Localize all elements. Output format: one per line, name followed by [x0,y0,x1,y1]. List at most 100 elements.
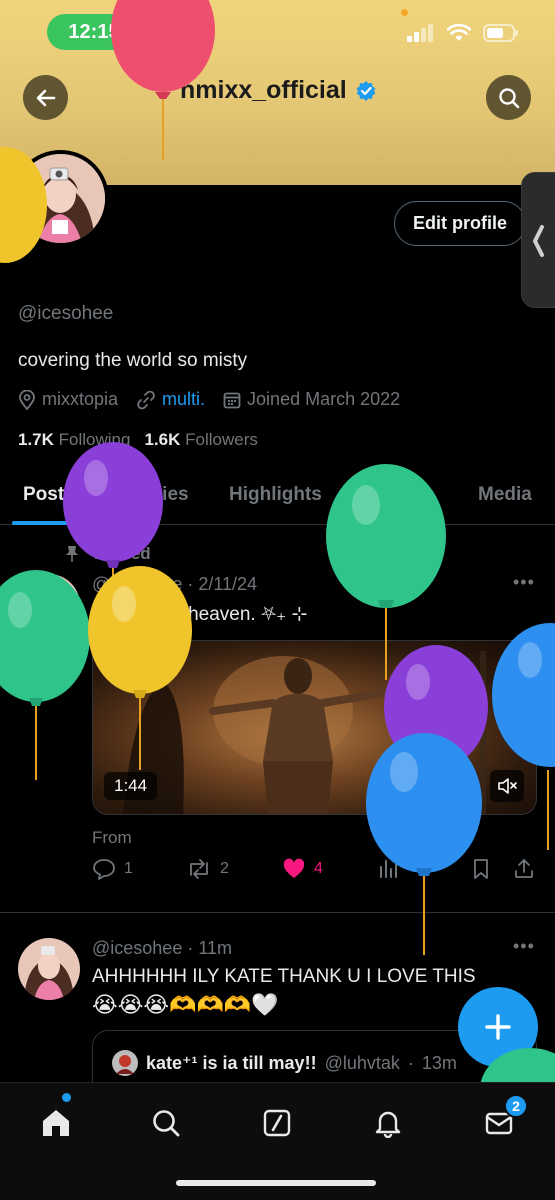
calendar-icon [223,392,241,408]
post-avatar-photo [18,938,80,1000]
side-panel-handle[interactable] [521,172,555,308]
plus-icon [485,1014,511,1040]
profile-website[interactable]: multi. [136,389,205,410]
views-chart-icon [380,860,397,878]
profile-tabs: Posts Replies Highlights Articles Media [0,470,555,525]
nav-notifications[interactable] [368,1103,408,1143]
compose-button[interactable] [458,987,538,1067]
reply-button[interactable]: 1 [92,858,133,880]
wifi-icon [447,24,471,41]
followers-count: 1.6K [144,430,181,449]
pinned-post-handle[interactable]: @icesohee [92,574,182,594]
home-indicator-bar [176,1180,376,1186]
tab-articles[interactable]: Articles [364,484,434,506]
pin-icon [66,546,78,562]
post-avatar-photo [18,574,80,636]
profile-joined: Joined March 2022 [223,389,400,410]
video-thumbnail [123,651,486,814]
nav-explore[interactable] [146,1103,186,1143]
repost-icon [190,859,208,879]
tab-highlights[interactable]: Highlights [229,484,322,506]
location-pin-icon [19,389,35,410]
post-avatar[interactable] [18,938,80,1000]
home-icon [43,1110,69,1136]
verified-badge-icon [356,80,376,101]
followers-label: Followers [185,430,258,449]
home-unread-dot [62,1093,71,1102]
post-more-button[interactable]: ••• [513,572,535,593]
reply-count: 1 [124,860,133,877]
second-post-text: AHHHHHH ILY KATE THANK U I LOVE THIS [92,966,476,987]
repost-count: 2 [220,860,229,877]
follow-stats: 1.7K Following 1.6K Followers [18,430,258,450]
bookmark-icon [474,859,488,879]
bell-icon [375,1111,401,1138]
quote-time: 13m [421,1052,457,1073]
pinned-post-header: @icesohee · 2/11/24 [92,574,258,594]
profile-location: mixxtopia [18,389,118,410]
signal-icon [407,24,433,42]
second-post-time: 11m [198,938,233,958]
like-count: 4 [314,860,323,877]
status-time: 12:15 [47,14,141,50]
heart-filled-icon [283,858,305,878]
second-post-handle[interactable]: @icesohee [92,938,182,958]
search-icon [153,1110,180,1137]
post-divider [0,912,555,913]
bookmark-button[interactable] [471,858,491,880]
avatar-photo [16,154,105,243]
edit-profile-button[interactable]: Edit profile [394,201,526,246]
pinned-post-video[interactable] [92,640,537,815]
quoted-post-header: kate⁺¹ is ia till may!! @luhvtak · 13m [112,1050,457,1076]
nav-grok[interactable] [257,1103,297,1143]
status-icons [407,24,519,42]
active-tab-indicator [12,521,92,525]
share-button[interactable] [513,858,535,880]
speaker-muted-icon [498,778,517,794]
video-duration: 1:44 [104,772,158,800]
grok-icon [263,1109,291,1137]
mute-button[interactable] [490,770,524,802]
profile-meta: mixxtopia multi. Joined March 2022 [18,389,400,410]
post-avatar[interactable] [18,574,80,636]
like-button[interactable]: 4 [282,858,323,880]
following-link[interactable]: 1.7K Following [18,430,130,450]
profile-avatar[interactable] [12,150,109,247]
second-post-emojis: 😭😭😭🫶🫶🫶🤍 [92,992,279,1017]
arrow-left-icon [36,89,55,106]
pinned-post-text: stairway to heaven. ⛧₊ ⊹ [92,604,308,625]
following-label: Following [58,430,131,449]
tab-media[interactable]: Media [478,484,532,506]
views-button[interactable]: 423 [378,858,435,878]
second-post-header: @icesohee · 11m [92,938,233,958]
joined-text: Joined March 2022 [247,389,401,409]
post-more-button[interactable]: ••• [513,936,535,957]
reply-icon [93,859,115,880]
video-from-label: From [92,828,132,847]
back-button[interactable] [23,75,68,120]
tab-replies[interactable]: Replies [121,484,189,506]
following-count: 1.7K [18,430,54,449]
views-count: 423 [408,859,435,876]
profile-bio: covering the world so misty [18,350,248,371]
pinned-label: Pinned [64,544,151,564]
chevron-left-icon [533,225,544,257]
messages-badge: 2 [504,1094,528,1118]
quote-avatar [112,1050,138,1076]
battery-icon [483,24,518,42]
nav-home[interactable] [36,1103,76,1143]
quote-display-name: kate⁺¹ is ia till may!! [146,1052,317,1073]
followers-link[interactable]: 1.6K Followers [144,430,257,450]
tab-posts[interactable]: Posts [23,484,75,506]
location-text: mixxtopia [42,389,119,409]
website-link[interactable]: multi. [162,389,205,410]
pinned-post-actions: 1 2 4 423 [92,858,542,888]
share-icon [515,859,533,878]
privacy-indicator-dot [401,9,408,16]
quote-handle: @luhvtak [324,1052,400,1073]
profile-handle: @icesohee [18,303,114,324]
status-bar: 12:15 [0,0,555,60]
search-button[interactable] [486,75,531,120]
pinned-post-date: 2/11/24 [198,574,258,594]
repost-button[interactable]: 2 [186,858,229,880]
